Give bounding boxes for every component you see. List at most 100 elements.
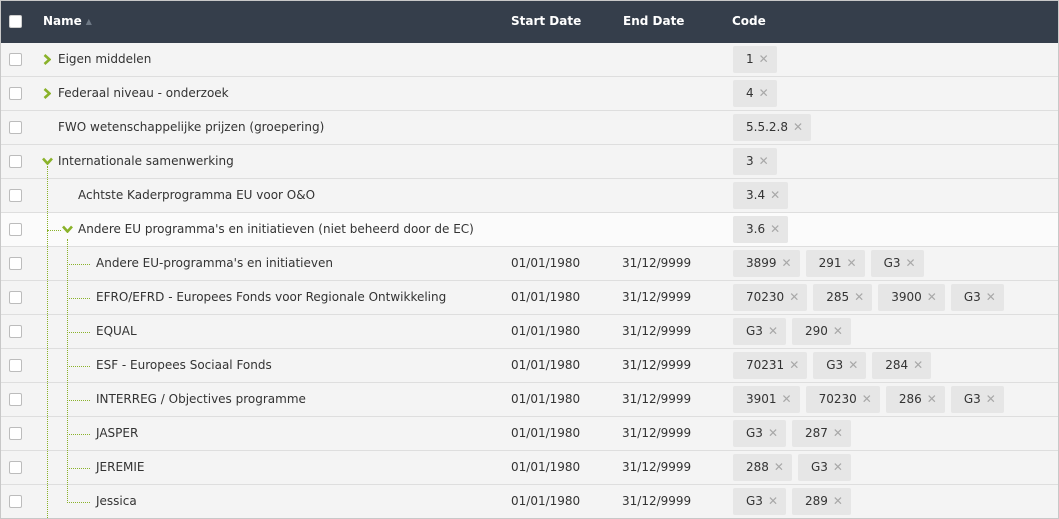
table-row[interactable]: Federaal niveau - onderzoek 4 ✕ — [1, 77, 1058, 111]
close-icon[interactable]: ✕ — [833, 324, 843, 338]
close-icon[interactable]: ✕ — [782, 256, 792, 270]
tree-line-horizontal — [67, 298, 90, 299]
code-chip-label: G3 — [883, 256, 901, 270]
row-checkbox[interactable] — [9, 359, 22, 372]
tree-line-horizontal — [67, 366, 90, 367]
column-header-code[interactable]: Code — [732, 1, 766, 43]
close-icon[interactable]: ✕ — [768, 324, 778, 338]
table-row[interactable]: Andere EU-programma's en initiatieven 01/… — [1, 247, 1058, 281]
close-icon[interactable]: ✕ — [782, 392, 792, 406]
table-row[interactable]: FWO wetenschappelijke prijzen (groeperin… — [1, 111, 1058, 145]
close-icon[interactable]: ✕ — [854, 290, 864, 304]
code-tags: 1 ✕ — [733, 46, 783, 73]
close-icon[interactable]: ✕ — [759, 52, 769, 66]
table-row[interactable]: INTERREG / Objectives programme 01/01/198… — [1, 383, 1058, 417]
row-checkbox[interactable] — [9, 87, 22, 100]
code-tags: 70231 ✕ G3 ✕ 284 ✕ — [733, 352, 937, 379]
chevron-right-icon[interactable] — [41, 52, 53, 66]
close-icon[interactable]: ✕ — [833, 494, 843, 508]
row-checkbox[interactable] — [9, 291, 22, 304]
chevron-down-icon[interactable] — [61, 222, 73, 236]
code-chip-label: 5.5.2.8 — [746, 120, 788, 134]
code-chip-label: 3.6 — [746, 222, 766, 236]
row-checkbox[interactable] — [9, 155, 22, 168]
row-checkbox[interactable] — [9, 461, 22, 474]
table-row[interactable]: EQUAL 01/01/1980 31/12/9999 G3 ✕ 290 ✕ — [1, 315, 1058, 349]
close-icon[interactable]: ✕ — [833, 426, 843, 440]
code-chip: G3 ✕ — [733, 318, 786, 345]
close-icon[interactable]: ✕ — [927, 392, 937, 406]
code-chip: 1 ✕ — [733, 46, 777, 73]
table-row[interactable]: Jessica 01/01/1980 31/12/9999 G3 ✕ 289 ✕ — [1, 485, 1058, 518]
table-row[interactable]: Internationale samenwerking 3 ✕ — [1, 145, 1058, 179]
close-icon[interactable]: ✕ — [848, 358, 858, 372]
close-icon[interactable]: ✕ — [770, 222, 780, 236]
code-chip-label: G3 — [963, 290, 981, 304]
select-all-checkbox[interactable] — [9, 15, 22, 28]
code-chip: 291 ✕ — [805, 250, 865, 277]
close-icon[interactable]: ✕ — [927, 290, 937, 304]
code-chip-label: 3899 — [746, 256, 777, 270]
tree-line-horizontal — [67, 434, 90, 435]
code-chip-label: 284 — [885, 358, 909, 372]
row-checkbox[interactable] — [9, 325, 22, 338]
close-icon[interactable]: ✕ — [759, 86, 769, 100]
close-icon[interactable]: ✕ — [770, 188, 780, 202]
close-icon[interactable]: ✕ — [986, 290, 996, 304]
row-checkbox[interactable] — [9, 121, 22, 134]
row-checkbox[interactable] — [9, 53, 22, 66]
table-row[interactable]: ESF - Europees Sociaal Fonds 01/01/1980 31… — [1, 349, 1058, 383]
row-checkbox[interactable] — [9, 495, 22, 508]
close-icon[interactable]: ✕ — [862, 392, 872, 406]
close-icon[interactable]: ✕ — [847, 256, 857, 270]
row-end-date: 31/12/9999 — [622, 494, 692, 508]
row-checkbox[interactable] — [9, 427, 22, 440]
close-icon[interactable]: ✕ — [768, 426, 778, 440]
close-icon[interactable]: ✕ — [774, 460, 784, 474]
close-icon[interactable]: ✕ — [793, 120, 803, 134]
close-icon[interactable]: ✕ — [906, 256, 916, 270]
row-name: Andere EU programma's en initiatieven (n… — [78, 222, 474, 236]
code-chip-label: G3 — [746, 494, 763, 508]
table-row[interactable]: JASPER 01/01/1980 31/12/9999 G3 ✕ 287 ✕ — [1, 417, 1058, 451]
row-name: Eigen middelen — [58, 52, 152, 66]
code-chip: 3.4 ✕ — [733, 182, 789, 209]
table-row[interactable]: Achtste Kaderprogramma EU voor O&O 3.4 ✕ — [1, 179, 1058, 213]
chevron-right-icon[interactable] — [41, 86, 53, 100]
table-row[interactable]: Eigen middelen 1 ✕ — [1, 43, 1058, 77]
row-checkbox[interactable] — [9, 393, 22, 406]
row-start-date: 01/01/1980 — [511, 324, 581, 338]
code-chip: 3899 ✕ — [733, 250, 800, 277]
grid-header: Name ▲ Start Date End Date Code — [1, 1, 1058, 43]
code-chip: 285 ✕ — [813, 284, 873, 311]
tree-line-vertical — [67, 239, 68, 503]
row-name: ESF - Europees Sociaal Fonds — [96, 358, 272, 372]
row-end-date: 31/12/9999 — [622, 426, 692, 440]
column-header-start-date[interactable]: Start Date — [511, 1, 581, 43]
code-chip-label: 289 — [805, 494, 828, 508]
code-chip-label: 286 — [898, 392, 922, 406]
close-icon[interactable]: ✕ — [759, 154, 769, 168]
row-start-date: 01/01/1980 — [511, 460, 581, 474]
row-checkbox[interactable] — [9, 257, 22, 270]
code-tags: 70230 ✕ 285 ✕ 3900 ✕ G3 ✕ — [733, 284, 1010, 311]
row-end-date: 31/12/9999 — [622, 324, 692, 338]
row-end-date: 31/12/9999 — [622, 290, 692, 304]
tree-line-horizontal — [67, 468, 90, 469]
column-header-end-date[interactable]: End Date — [623, 1, 684, 43]
row-checkbox[interactable] — [9, 189, 22, 202]
close-icon[interactable]: ✕ — [789, 290, 799, 304]
close-icon[interactable]: ✕ — [913, 358, 923, 372]
column-header-name[interactable]: Name ▲ — [43, 1, 92, 43]
row-end-date: 31/12/9999 — [622, 392, 692, 406]
table-row[interactable]: Andere EU programma's en initiatieven (n… — [1, 213, 1058, 247]
close-icon[interactable]: ✕ — [789, 358, 799, 372]
close-icon[interactable]: ✕ — [833, 460, 843, 474]
close-icon[interactable]: ✕ — [986, 392, 996, 406]
close-icon[interactable]: ✕ — [768, 494, 778, 508]
code-chip: G3 ✕ — [733, 488, 786, 515]
table-row[interactable]: EFRO/EFRD - Europees Fonds voor Regional… — [1, 281, 1058, 315]
code-chip-label: 70230 — [818, 392, 857, 406]
row-checkbox[interactable] — [9, 223, 22, 236]
table-row[interactable]: JEREMIE 01/01/1980 31/12/9999 288 ✕ G3 ✕ — [1, 451, 1058, 485]
